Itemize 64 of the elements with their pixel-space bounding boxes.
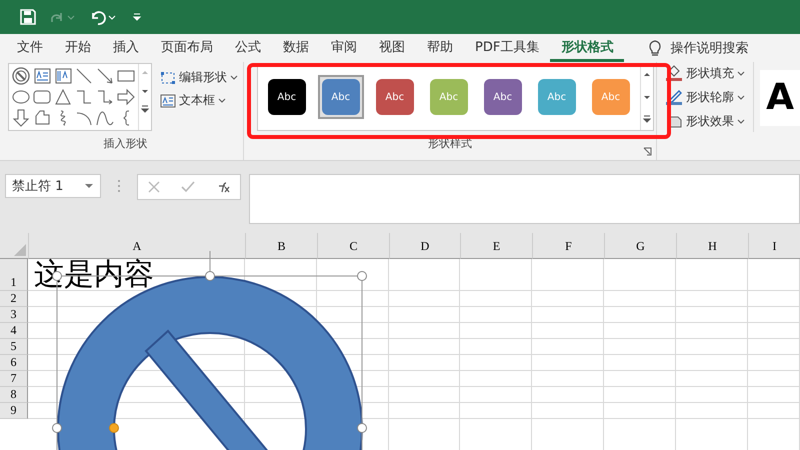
- edit-shape-button[interactable]: 编辑形状: [158, 68, 240, 87]
- caret-icon: [737, 118, 746, 124]
- customize-menu-icon[interactable]: [132, 11, 142, 23]
- edit-points-icon: [160, 70, 176, 84]
- triangle-icon[interactable]: [53, 87, 73, 107]
- shape-fill-button[interactable]: 形状填充: [663, 64, 748, 82]
- column-header[interactable]: C: [317, 233, 389, 259]
- row-header[interactable]: 5: [0, 339, 28, 355]
- row-header[interactable]: 6: [0, 355, 28, 371]
- ribbon-tab[interactable]: PDF工具集: [464, 34, 550, 62]
- right-arrow-icon[interactable]: [116, 87, 136, 107]
- ribbon-tab[interactable]: 文件: [6, 34, 54, 62]
- ribbon-tab[interactable]: 插入: [102, 34, 150, 62]
- ribbon-tab[interactable]: 视图: [368, 34, 416, 62]
- wordart-preview[interactable]: A: [760, 70, 800, 126]
- column-header[interactable]: H: [676, 233, 748, 259]
- caret-icon: [218, 98, 226, 103]
- caret-icon: [737, 70, 746, 76]
- paint-bucket-icon: [665, 65, 684, 81]
- dialog-launcher-icon[interactable]: [643, 147, 652, 156]
- check-icon[interactable]: [180, 181, 195, 193]
- row-header[interactable]: 4: [0, 323, 28, 339]
- row-header[interactable]: 1: [0, 259, 28, 291]
- column-header[interactable]: G: [604, 233, 676, 259]
- row-header[interactable]: 3: [0, 307, 28, 323]
- column-header[interactable]: F: [532, 233, 604, 259]
- row-header[interactable]: 9: [0, 403, 28, 419]
- ribbon-tab[interactable]: 审阅: [320, 34, 368, 62]
- column-header[interactable]: D: [389, 233, 460, 259]
- vertical-text-box-icon[interactable]: [53, 66, 73, 86]
- ribbon-tab[interactable]: 数据: [272, 34, 320, 62]
- lightbulb-icon: [648, 39, 662, 57]
- column-header[interactable]: B: [245, 233, 317, 259]
- shape-outline-button[interactable]: 形状轮廓: [663, 88, 748, 106]
- ribbon-tab[interactable]: 开始: [54, 34, 102, 62]
- tell-me-search[interactable]: 操作说明搜索: [670, 39, 748, 57]
- formula-input[interactable]: [249, 174, 800, 224]
- caret-icon: [737, 94, 746, 100]
- column-header[interactable]: A: [28, 233, 245, 259]
- caret-icon: [230, 75, 238, 80]
- text-box-button[interactable]: 文本框: [158, 91, 240, 110]
- ribbon-tab[interactable]: 页面布局: [150, 34, 224, 62]
- text-box-icon[interactable]: [32, 66, 52, 86]
- ribbon-tab[interactable]: 帮助: [416, 34, 464, 62]
- shape-effects-button[interactable]: 形状效果: [663, 112, 748, 130]
- column-header[interactable]: I: [748, 233, 800, 259]
- row-header[interactable]: 8: [0, 387, 28, 403]
- row-header[interactable]: 2: [0, 291, 28, 307]
- column-header[interactable]: E: [460, 233, 532, 259]
- ribbon-tab[interactable]: 公式: [224, 34, 272, 62]
- text-box-icon: [160, 94, 176, 108]
- down-arrow-icon[interactable]: [11, 108, 31, 128]
- line-icon[interactable]: [74, 66, 94, 86]
- arrow-line-icon[interactable]: [95, 66, 115, 86]
- style-swatch[interactable]: Abc: [318, 75, 364, 119]
- pen-icon: [665, 89, 684, 105]
- save-icon[interactable]: [20, 9, 36, 25]
- drag-handle-icon[interactable]: [117, 179, 121, 193]
- row-header[interactable]: 7: [0, 371, 28, 387]
- name-box[interactable]: 禁止符 1: [5, 174, 101, 198]
- undo-icon[interactable]: [90, 9, 118, 25]
- no-symbol-icon[interactable]: [11, 66, 31, 86]
- group-label: 插入形状: [104, 136, 148, 151]
- ribbon-tab[interactable]: 形状格式: [550, 34, 624, 62]
